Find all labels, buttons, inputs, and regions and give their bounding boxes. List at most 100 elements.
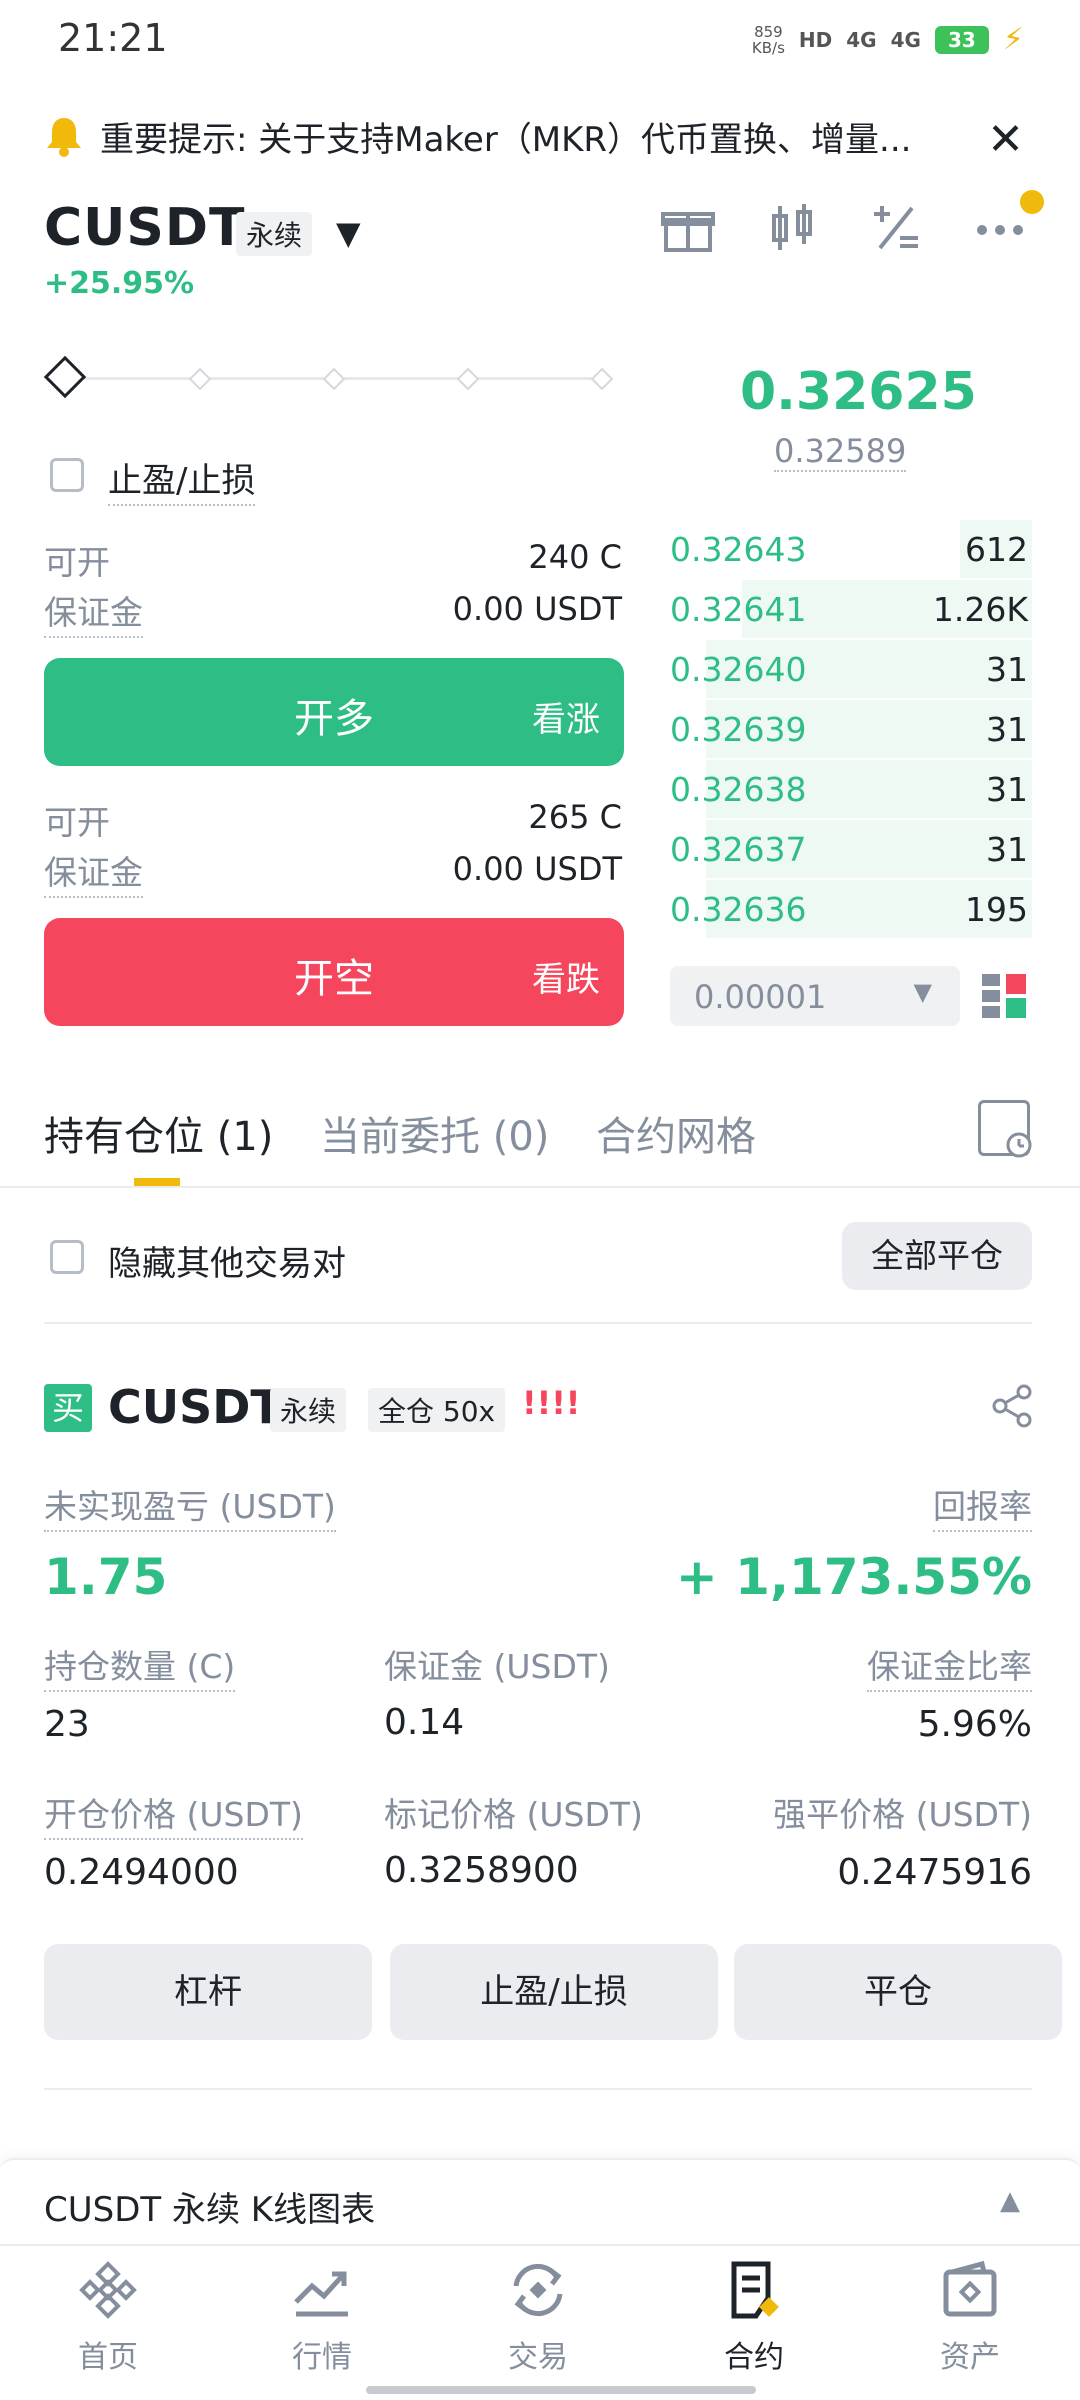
orderbook-price: 0.32641	[670, 590, 807, 629]
slider-step[interactable]	[322, 367, 346, 391]
side-badge: 买	[44, 1384, 92, 1432]
slider-step[interactable]	[188, 367, 212, 391]
hd-icon: HD	[798, 27, 833, 52]
calculator-icon[interactable]	[866, 200, 926, 260]
tab-grid[interactable]: 合约网格	[596, 1104, 756, 1162]
long-margin-label: 保证金	[44, 586, 143, 638]
trade-icon	[513, 2264, 563, 2316]
orderbook-qty: 195	[965, 890, 1028, 929]
futures-icon	[731, 2261, 779, 2319]
home-indicator	[366, 2386, 756, 2394]
orderbook-row[interactable]: 0.32640 31	[670, 640, 1032, 698]
entry-price-value: 0.2494000	[44, 1852, 239, 1893]
history-icon[interactable]	[978, 1100, 1032, 1158]
tab-positions[interactable]: 持有仓位 (1)	[44, 1104, 273, 1162]
status-icons: 859 KB/s HD 4G 4G 33 ⚡	[752, 22, 1024, 57]
tpsl-button[interactable]: 止盈/止损	[390, 1944, 718, 2040]
hide-others-checkbox[interactable]	[50, 1240, 84, 1274]
tab-open-orders[interactable]: 当前委托 (0)	[320, 1104, 549, 1162]
chevron-down-icon[interactable]: ▼	[336, 214, 361, 252]
notification-dot	[1020, 190, 1044, 214]
contract-type-tag: 永续	[236, 212, 313, 256]
mark-price-label: 标记价格 (USDT)	[384, 1795, 643, 1834]
margin-label: 保证金 (USDT)	[384, 1647, 610, 1686]
risk-warning: !!!!	[522, 1384, 581, 1422]
orderbook-layout-icon[interactable]	[980, 972, 1028, 1020]
nav-trade[interactable]: 交易	[458, 2258, 618, 2376]
open-long-button[interactable]: 开多 看涨	[44, 658, 624, 766]
precision-select[interactable]: 0.00001 ▼	[670, 966, 960, 1026]
nav-markets[interactable]: 行情	[242, 2258, 402, 2376]
mark-price-value: 0.3258900	[384, 1850, 579, 1891]
orderbook-qty: 31	[986, 770, 1028, 809]
gift-icon[interactable]	[658, 200, 718, 260]
close-all-button[interactable]: 全部平仓	[842, 1222, 1032, 1290]
orderbook-price: 0.32639	[670, 710, 807, 749]
short-margin-value: 0.00 USDT	[452, 850, 622, 888]
bell-icon	[47, 118, 81, 157]
roe-label: 回报率	[933, 1480, 1032, 1532]
liq-price-label: 强平价格 (USDT)	[773, 1795, 1032, 1834]
hide-others-label[interactable]: 隐藏其他交易对	[108, 1236, 346, 1285]
close-icon[interactable]: ✕	[987, 114, 1024, 165]
nav-home[interactable]: 首页	[28, 2258, 188, 2376]
candlestick-icon[interactable]	[762, 200, 822, 260]
close-position-button[interactable]: 平仓	[734, 1944, 1062, 2040]
orderbook-row[interactable]: 0.32637 31	[670, 820, 1032, 878]
divider	[0, 1186, 1080, 1188]
amount-slider-handle[interactable]	[43, 355, 87, 399]
tpsl-label[interactable]: 止盈/止损	[108, 453, 256, 506]
long-available-label: 可开	[44, 543, 110, 582]
tab-indicator	[134, 1178, 180, 1186]
open-short-button[interactable]: 开空 看跌	[44, 918, 624, 1026]
last-price: 0.32625	[740, 362, 977, 422]
orderbook-price: 0.32643	[670, 530, 807, 569]
chevron-up-icon: ▲	[1000, 2186, 1020, 2216]
net-speed: 859 KB/s	[751, 22, 785, 57]
size-label: 持仓数量 (C)	[44, 1640, 236, 1692]
orderbook-price: 0.32640	[670, 650, 807, 689]
mark-price[interactable]: 0.32589	[774, 432, 907, 472]
tpsl-checkbox[interactable]	[50, 458, 84, 492]
slider-step[interactable]	[456, 367, 480, 391]
contract-type-tag: 永续	[270, 1388, 347, 1432]
battery-icon: 33	[934, 25, 989, 54]
pair-name[interactable]: CUSDT	[44, 198, 245, 258]
margin-ratio-label: 保证金比率	[867, 1640, 1032, 1692]
divider	[44, 2088, 1032, 2090]
home-logo-icon	[79, 2261, 137, 2319]
margin-mode-tag[interactable]: 全仓 50x	[368, 1388, 506, 1432]
share-icon[interactable]	[990, 1384, 1034, 1438]
orderbook-price: 0.32638	[670, 770, 807, 809]
orderbook-row[interactable]: 0.32643 612	[670, 520, 1032, 578]
nav-futures[interactable]: 合约	[674, 2258, 834, 2376]
kline-chart-toggle[interactable]: CUSDT 永续 K线图表 ▲	[0, 2158, 1080, 2244]
size-value: 23	[44, 1704, 90, 1745]
short-available-label: 可开	[44, 803, 110, 842]
short-margin-label: 保证金	[44, 846, 143, 898]
orderbook-row[interactable]: 0.32639 31	[670, 700, 1032, 758]
orderbook-qty: 31	[986, 650, 1028, 689]
orderbook-row[interactable]: 0.32638 31	[670, 760, 1032, 818]
chevron-down-icon: ▼	[913, 978, 932, 1006]
orderbook-qty: 612	[965, 530, 1028, 569]
notice-banner[interactable]: 重要提示: 关于支持Maker（MKR）代币置换、增量... ✕	[44, 108, 1034, 165]
entry-price-label: 开仓价格 (USDT)	[44, 1788, 303, 1840]
status-time: 21:21	[58, 16, 168, 60]
signal-icon: 4G	[846, 27, 877, 52]
orderbook-row[interactable]: 0.32641 1.26K	[670, 580, 1032, 638]
pnl-value: 1.75	[44, 1548, 168, 1606]
markets-chart-icon	[294, 2271, 348, 2317]
orderbook-price: 0.32637	[670, 830, 807, 869]
wallet-icon	[943, 2260, 997, 2317]
slider-step[interactable]	[590, 367, 614, 391]
position-symbol[interactable]: CUSDT	[108, 1380, 282, 1434]
price-change: +25.95%	[44, 266, 195, 301]
leverage-button[interactable]: 杠杆	[44, 1944, 372, 2040]
margin-value: 0.14	[384, 1702, 465, 1743]
nav-assets[interactable]: 资产	[890, 2258, 1050, 2376]
more-icon[interactable]	[970, 200, 1030, 260]
long-margin-value: 0.00 USDT	[452, 590, 622, 628]
orderbook-price: 0.32636	[670, 890, 807, 929]
orderbook-row[interactable]: 0.32636 195	[670, 880, 1032, 938]
